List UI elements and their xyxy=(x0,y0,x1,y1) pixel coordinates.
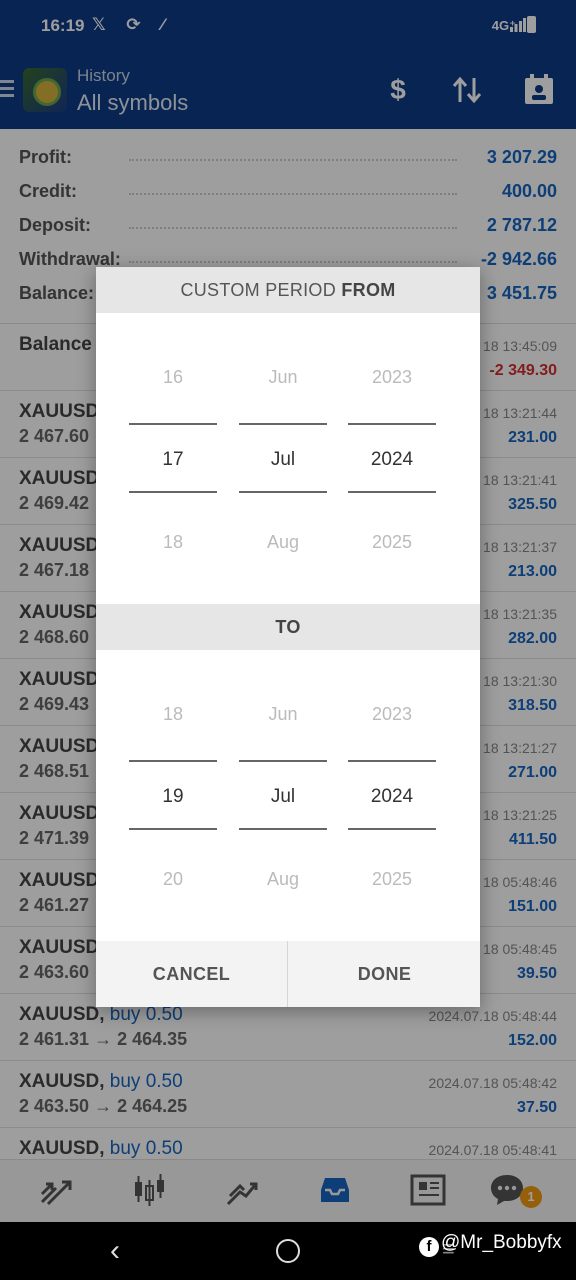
dialog-from-header: CUSTOM PERIOD FROM xyxy=(96,267,480,313)
dialog-to-header: TO xyxy=(96,604,480,650)
from-month-picker[interactable]: Jun Jul Aug xyxy=(239,339,327,573)
facebook-icon: f xyxy=(419,1237,439,1257)
divider xyxy=(287,941,288,1007)
watermark: f @Mr_Bobbyfx xyxy=(415,1230,566,1259)
from-year-picker[interactable]: 2023 2024 2025 xyxy=(348,339,436,573)
done-button[interactable]: DONE xyxy=(289,941,480,1007)
from-day-picker[interactable]: 16 17 18 xyxy=(129,339,217,573)
to-day-picker[interactable]: 18 19 20 xyxy=(129,676,217,910)
home-icon[interactable] xyxy=(276,1239,300,1263)
to-month-picker[interactable]: Jun Jul Aug xyxy=(239,676,327,910)
back-icon[interactable]: ‹ xyxy=(110,1234,120,1268)
custom-period-dialog: CUSTOM PERIOD FROM 16 17 18 Jun Jul Aug … xyxy=(96,267,480,1007)
system-navigation-bar: ‹ ≡ f @Mr_Bobbyfx xyxy=(0,1222,576,1280)
dialog-footer: CANCEL DONE xyxy=(96,941,480,1007)
cancel-button[interactable]: CANCEL xyxy=(96,941,287,1007)
to-year-picker[interactable]: 2023 2024 2025 xyxy=(348,676,436,910)
